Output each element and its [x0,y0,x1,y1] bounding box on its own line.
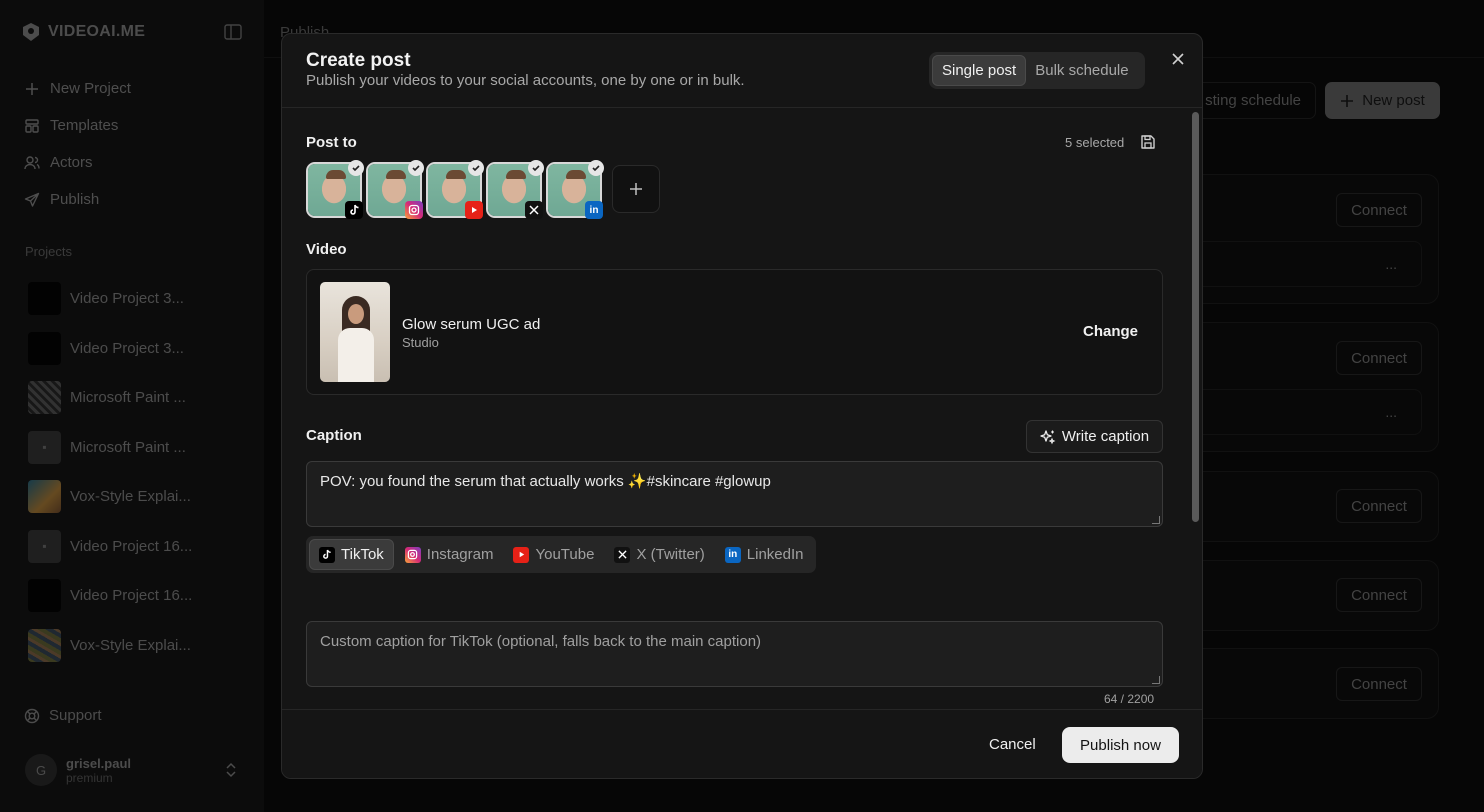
check-icon [528,160,544,176]
video-card: Glow serum UGC ad Studio Change [306,269,1163,395]
account-selector: in [306,160,660,219]
tab-label: TikTok [341,546,384,563]
tab-x-twitter[interactable]: X (Twitter) [605,539,713,570]
change-video-button[interactable]: Change [1083,323,1138,340]
check-icon [468,160,484,176]
platform-tabs: TikTok Instagram YouTube X (Twitter) in … [306,536,816,573]
youtube-icon [513,546,530,563]
video-thumbnail [320,282,390,382]
youtube-icon [465,201,483,219]
save-icon[interactable] [1140,134,1156,150]
tiktok-icon [345,201,363,219]
bulk-schedule-tab[interactable]: Bulk schedule [1026,55,1137,86]
account-x[interactable] [486,160,544,219]
tiktok-icon [319,546,335,563]
tab-label: Instagram [426,546,494,563]
check-icon [348,160,364,176]
caption-label: Caption [306,427,362,444]
write-caption-button[interactable]: Write caption [1026,420,1163,453]
character-count: 64 / 2200 [1104,692,1155,706]
write-caption-label: Write caption [1061,428,1150,445]
plus-icon [630,183,642,195]
create-post-dialog: Create post Publish your videos to your … [281,33,1203,779]
dialog-footer: Cancel Publish now [282,709,1202,778]
x-icon [525,201,543,219]
caption-text: POV: you found the serum that actually w… [320,473,771,490]
dialog-header: Create post Publish your videos to your … [282,34,1202,108]
account-tiktok[interactable] [306,160,364,219]
tab-instagram[interactable]: Instagram [396,539,503,570]
dialog-subtitle: Publish your videos to your social accou… [306,72,745,89]
check-icon [588,160,604,176]
tab-label: LinkedIn [746,546,804,563]
custom-caption-placeholder: Custom caption for TikTok (optional, fal… [320,633,762,650]
dialog-title: Create post [306,50,411,71]
scrollbar[interactable] [1192,112,1199,522]
video-label: Video [306,241,347,258]
linkedin-icon: in [585,201,603,219]
resize-handle[interactable] [1152,676,1160,684]
selected-count: 5 selected [1065,135,1125,150]
linkedin-icon: in [724,546,741,563]
publish-now-button[interactable]: Publish now [1062,727,1179,763]
account-instagram[interactable] [366,160,424,219]
tab-label: YouTube [535,546,595,563]
tab-linkedin[interactable]: in LinkedIn [716,539,813,570]
resize-handle[interactable] [1152,516,1160,524]
tab-youtube[interactable]: YouTube [504,539,603,570]
instagram-icon [405,201,423,219]
custom-caption-input[interactable]: Custom caption for TikTok (optional, fal… [306,621,1163,687]
video-name: Glow serum UGC ad [402,316,541,333]
account-youtube[interactable] [426,160,484,219]
single-post-tab[interactable]: Single post [932,55,1027,86]
tab-tiktok[interactable]: TikTok [309,539,394,570]
mode-switch: Single post Bulk schedule [929,52,1145,89]
account-linkedin[interactable]: in [546,160,604,219]
dialog-body: Post to 5 selected in Video Glow serum U… [282,109,1192,709]
caption-input[interactable]: POV: you found the serum that actually w… [306,461,1163,527]
x-icon [614,546,631,563]
instagram-icon [404,546,421,563]
post-to-label: Post to [306,134,357,151]
check-icon [408,160,424,176]
tab-label: X (Twitter) [636,546,705,563]
video-source: Studio [402,335,439,350]
cancel-button[interactable]: Cancel [989,736,1036,753]
close-icon[interactable] [1170,51,1186,67]
sparkles-icon [1040,429,1056,444]
add-account-button[interactable] [612,165,660,213]
